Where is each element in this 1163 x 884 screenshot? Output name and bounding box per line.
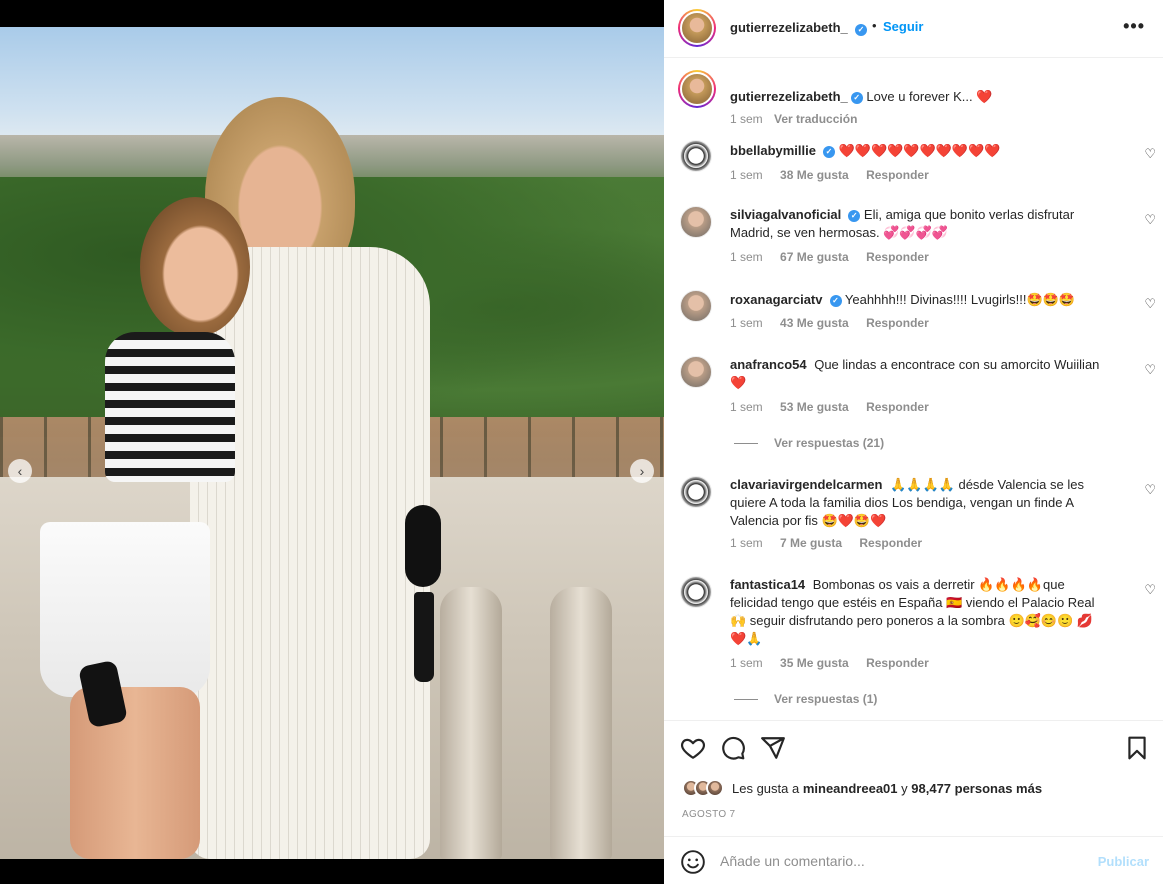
carousel-next-button[interactable]: › bbox=[630, 459, 654, 483]
caption-username[interactable]: gutierrezelizabeth_ bbox=[730, 89, 848, 104]
avatar bbox=[706, 779, 724, 797]
liker-avatars bbox=[682, 779, 724, 797]
post-actions: Les gusta a mineandreea01 y 98,477 perso… bbox=[664, 720, 1163, 836]
chevron-right-icon: › bbox=[639, 463, 645, 479]
comment-likes[interactable]: 38 Me gusta bbox=[780, 168, 849, 182]
commenter-avatar[interactable] bbox=[680, 576, 712, 608]
chevron-left-icon: ‹ bbox=[17, 463, 23, 479]
author-avatar[interactable] bbox=[678, 9, 716, 47]
bookmark-icon[interactable] bbox=[1124, 735, 1150, 761]
heart-icon[interactable]: ♡ bbox=[1144, 146, 1156, 162]
comment-username[interactable]: anafranco54 bbox=[730, 357, 807, 372]
instagram-post-viewer: ‹ › gutierrezelizabeth_ ✓ • Seguir ••• g… bbox=[0, 0, 1163, 884]
likes-summary[interactable]: Les gusta a mineandreea01 y 98,477 perso… bbox=[682, 777, 1042, 799]
comment-username[interactable]: roxanagarciatv bbox=[730, 292, 823, 307]
commenter-avatar[interactable] bbox=[680, 356, 712, 388]
heart-icon[interactable] bbox=[680, 735, 706, 761]
comment-time: 1 sem bbox=[730, 168, 763, 182]
heart-icon[interactable]: ♡ bbox=[1144, 482, 1156, 498]
view-replies-button[interactable]: Ver respuestas (1) bbox=[734, 692, 877, 706]
liker-username[interactable]: mineandreea01 bbox=[803, 781, 898, 796]
translate-link[interactable]: Ver traducción bbox=[774, 112, 857, 126]
heart-icon[interactable]: ♡ bbox=[1144, 212, 1156, 228]
publish-button[interactable]: Publicar bbox=[1098, 854, 1149, 869]
comment-likes[interactable]: 7 Me gusta bbox=[780, 536, 842, 550]
verified-icon: ✓ bbox=[822, 145, 835, 158]
comment-likes[interactable]: 43 Me gusta bbox=[780, 316, 849, 330]
add-comment-bar: Publicar bbox=[664, 836, 1163, 884]
comment-time: 1 sem bbox=[730, 250, 763, 264]
author-username[interactable]: gutierrezelizabeth_ bbox=[730, 20, 848, 35]
smile-icon[interactable] bbox=[680, 849, 706, 875]
comment-likes[interactable]: 67 Me gusta bbox=[780, 250, 849, 264]
comment-time: 1 sem bbox=[730, 656, 763, 670]
likes-count[interactable]: 98,477 personas más bbox=[911, 781, 1042, 796]
comment-text: Yeahhhh!!! Divinas!!!! Lvugirls!!!🤩🤩🤩 bbox=[844, 292, 1076, 307]
comment-text: ❤️❤️❤️❤️❤️❤️❤️❤️❤️❤️ bbox=[838, 143, 1001, 158]
commenter-avatar[interactable] bbox=[680, 140, 712, 172]
handbag bbox=[405, 505, 441, 587]
comment-time: 1 sem bbox=[730, 400, 763, 414]
post-date: AGOSTO 7 bbox=[682, 809, 736, 820]
verified-icon: ✓ bbox=[855, 23, 867, 36]
comment-username[interactable]: clavariavirgendelcarmen bbox=[730, 477, 882, 492]
comment-time: 1 sem bbox=[730, 316, 763, 330]
post-side-panel: gutierrezelizabeth_ ✓ • Seguir ••• gutie… bbox=[664, 0, 1163, 884]
comments-list[interactable]: gutierrezelizabeth_ ✓ Love u forever K...… bbox=[664, 58, 1163, 720]
view-replies-button[interactable]: Ver respuestas (21) bbox=[734, 436, 884, 450]
backdrop-top bbox=[0, 0, 664, 27]
author-avatar[interactable] bbox=[678, 70, 716, 108]
commenter-avatar[interactable] bbox=[680, 290, 712, 322]
comment-time: 1 sem bbox=[730, 536, 763, 550]
reply-button[interactable]: Responder bbox=[866, 316, 929, 330]
post-photo[interactable]: ‹ › bbox=[0, 27, 664, 859]
caption-text: Love u forever K... ❤️ bbox=[866, 89, 993, 104]
caption-time: 1 sem bbox=[730, 112, 763, 126]
backdrop-bottom bbox=[0, 859, 664, 884]
verified-icon: ✓ bbox=[829, 294, 842, 307]
follow-button[interactable]: Seguir bbox=[883, 19, 923, 34]
comment-likes[interactable]: 53 Me gusta bbox=[780, 400, 849, 414]
comment-icon[interactable] bbox=[720, 735, 746, 761]
reply-button[interactable]: Responder bbox=[866, 400, 929, 414]
reply-button[interactable]: Responder bbox=[859, 536, 922, 550]
verified-icon: ✓ bbox=[850, 91, 863, 104]
commenter-avatar[interactable] bbox=[680, 206, 712, 238]
more-options-button[interactable]: ••• bbox=[1123, 16, 1145, 37]
header-separator: • bbox=[872, 18, 877, 33]
comment-likes[interactable]: 35 Me gusta bbox=[780, 656, 849, 670]
share-icon[interactable] bbox=[760, 735, 786, 761]
reply-button[interactable]: Responder bbox=[866, 250, 929, 264]
comment-username[interactable]: silviagalvanoficial bbox=[730, 207, 841, 222]
reply-button[interactable]: Responder bbox=[866, 656, 929, 670]
commenter-avatar[interactable] bbox=[680, 476, 712, 508]
post-header: gutierrezelizabeth_ ✓ • Seguir ••• bbox=[664, 0, 1163, 58]
heart-icon[interactable]: ♡ bbox=[1144, 362, 1156, 378]
comment-username[interactable]: fantastica14 bbox=[730, 577, 805, 592]
comment-username[interactable]: bbellabymillie bbox=[730, 143, 816, 158]
heart-icon[interactable]: ♡ bbox=[1144, 296, 1156, 312]
comment-input[interactable] bbox=[720, 851, 1080, 871]
girl-figure bbox=[140, 197, 250, 337]
reply-button[interactable]: Responder bbox=[866, 168, 929, 182]
heart-icon[interactable]: ♡ bbox=[1144, 582, 1156, 598]
carousel-prev-button[interactable]: ‹ bbox=[8, 459, 32, 483]
verified-icon: ✓ bbox=[848, 209, 861, 222]
